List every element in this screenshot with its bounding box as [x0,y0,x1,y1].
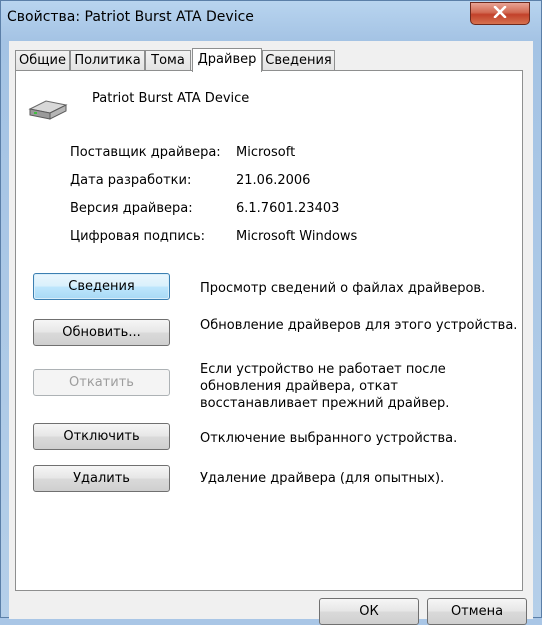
date-label: Дата разработки: [70,173,192,188]
device-name: Patriot Burst ATA Device [92,91,250,106]
update-driver-description: Обновление драйверов для этого устройств… [200,318,518,333]
provider-value: Microsoft [236,145,296,160]
cancel-button[interactable]: Отмена [427,598,527,625]
tab-general[interactable]: Общие [15,50,70,70]
hard-drive-icon [28,95,68,127]
update-driver-button[interactable]: Обновить... [33,319,170,346]
tab-volumes[interactable]: Тома [145,50,191,70]
uninstall-driver-description: Удаление драйвера (для опытных). [200,471,445,486]
close-button[interactable] [470,2,530,25]
disable-device-description: Отключение выбранного устройства. [200,431,458,446]
tab-driver[interactable]: Драйвер [192,48,262,72]
tab-policy[interactable]: Политика [70,50,145,70]
driver-details-description: Просмотр сведений о файлах драйверов. [200,281,486,296]
provider-label: Поставщик драйвера: [70,145,221,160]
close-icon [493,5,507,22]
window-title: Свойства: Patriot Burst ATA Device [7,9,254,25]
uninstall-driver-button[interactable]: Удалить [33,465,170,492]
properties-window: Свойства: Patriot Burst ATA Device Общие… [0,0,542,625]
version-label: Версия драйвера: [70,201,193,216]
date-value: 21.06.2006 [236,173,311,188]
tab-details[interactable]: Сведения [262,50,335,70]
driver-tab-panel: Patriot Burst ATA Device Поставщик драйв… [15,70,523,591]
rollback-driver-description: Если устройство не работает после обновл… [200,362,450,411]
ok-button[interactable]: ОК [319,598,419,625]
rollback-driver-button[interactable]: Откатить [33,369,170,396]
signature-value: Microsoft Windows [236,229,358,244]
disable-device-button[interactable]: Отключить [33,423,170,450]
signature-label: Цифровая подпись: [70,229,206,244]
driver-details-button[interactable]: Сведения [33,273,170,300]
version-value: 6.1.7601.23403 [236,201,340,216]
dialog-client-area: Общие Политика Тома Драйвер Сведения Pat… [9,41,533,625]
